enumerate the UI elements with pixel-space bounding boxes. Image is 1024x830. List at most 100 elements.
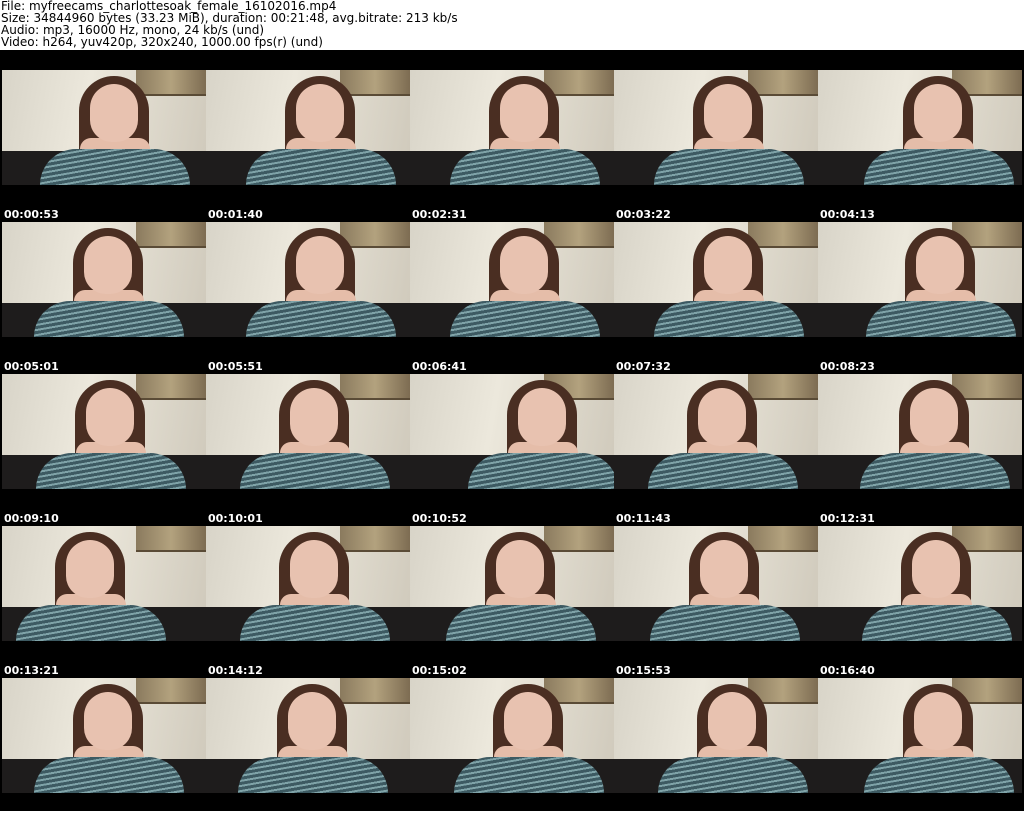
video-frame bbox=[206, 526, 410, 641]
wall-picture bbox=[136, 526, 206, 552]
video-frame bbox=[206, 222, 410, 337]
striped-shirt bbox=[16, 605, 166, 641]
striped-shirt bbox=[240, 605, 390, 641]
timecode-label: 00:15:53 bbox=[616, 664, 671, 677]
thumbnail: 00:05:01 bbox=[2, 222, 206, 374]
video-frame bbox=[614, 374, 818, 489]
face bbox=[296, 236, 344, 294]
face bbox=[912, 540, 960, 598]
thumbnail: 00:09:10 bbox=[2, 374, 206, 526]
thumbnail: 00:15:02 bbox=[410, 526, 614, 678]
video-frame bbox=[614, 678, 818, 793]
face bbox=[84, 236, 132, 294]
wall-picture bbox=[748, 526, 818, 552]
timecode-label: 00:13:21 bbox=[4, 664, 59, 677]
striped-shirt bbox=[36, 453, 186, 489]
striped-shirt bbox=[648, 453, 798, 489]
timecode-label: 00:05:51 bbox=[208, 360, 263, 373]
wall-picture bbox=[136, 678, 206, 704]
striped-shirt bbox=[240, 453, 390, 489]
face bbox=[500, 236, 548, 294]
thumbnail: 00:01:40 bbox=[206, 70, 410, 222]
face bbox=[290, 540, 338, 598]
timecode-label: 00:20:52 bbox=[820, 816, 875, 829]
timecode-label: 00:15:02 bbox=[412, 664, 467, 677]
thumbnail: 00:15:53 bbox=[614, 526, 818, 678]
video-frame bbox=[818, 70, 1022, 185]
thumbnail: 00:10:01 bbox=[206, 374, 410, 526]
video-frame bbox=[410, 526, 614, 641]
wall-picture bbox=[340, 222, 410, 248]
face bbox=[704, 84, 752, 142]
video-frame bbox=[818, 526, 1022, 641]
video-frame bbox=[2, 222, 206, 337]
thumbnail: 00:00:53 bbox=[2, 70, 206, 222]
thumbnail: 00:20:52 bbox=[818, 678, 1022, 830]
thumbnail: 00:14:12 bbox=[206, 526, 410, 678]
timecode-label: 00:01:40 bbox=[208, 208, 263, 221]
striped-shirt bbox=[658, 757, 808, 793]
face bbox=[708, 692, 756, 750]
timecode-label: 00:12:31 bbox=[820, 512, 875, 525]
timecode-label: 00:06:41 bbox=[412, 360, 467, 373]
video-frame bbox=[410, 70, 614, 185]
striped-shirt bbox=[860, 453, 1010, 489]
video-frame bbox=[2, 678, 206, 793]
striped-shirt bbox=[450, 149, 600, 185]
thumbnail: 00:02:31 bbox=[410, 70, 614, 222]
striped-shirt bbox=[34, 757, 184, 793]
face bbox=[496, 540, 544, 598]
face bbox=[504, 692, 552, 750]
thumbnail: 00:05:51 bbox=[206, 222, 410, 374]
video-frame bbox=[206, 70, 410, 185]
striped-shirt bbox=[454, 757, 604, 793]
video-frame bbox=[410, 374, 614, 489]
timecode-label: 00:05:01 bbox=[4, 360, 59, 373]
striped-shirt bbox=[864, 757, 1014, 793]
video-frame bbox=[818, 374, 1022, 489]
video-frame bbox=[614, 526, 818, 641]
wall-picture bbox=[340, 70, 410, 96]
face bbox=[914, 692, 962, 750]
timecode-label: 00:10:01 bbox=[208, 512, 263, 525]
thumbnail: 00:11:43 bbox=[614, 374, 818, 526]
video-frame bbox=[206, 374, 410, 489]
wall-picture bbox=[544, 70, 614, 96]
thumbnail: 00:16:40 bbox=[818, 526, 1022, 678]
striped-shirt bbox=[40, 149, 190, 185]
thumbnail: 00:10:52 bbox=[410, 374, 614, 526]
timecode-label: 00:03:22 bbox=[616, 208, 671, 221]
striped-shirt bbox=[654, 301, 804, 337]
timecode-label: 00:17:31 bbox=[4, 816, 59, 829]
wall-picture bbox=[136, 222, 206, 248]
timecode-label: 00:00:53 bbox=[4, 208, 59, 221]
thumbnail: 00:06:41 bbox=[410, 222, 614, 374]
video-frame bbox=[2, 526, 206, 641]
thumbnail: 00:19:12 bbox=[410, 678, 614, 830]
video-frame bbox=[410, 222, 614, 337]
thumbnail-grid: 00:00:53 00:01:40 00:02:31 00:03:22 00:04:13… bbox=[0, 50, 1024, 829]
wall-picture bbox=[340, 678, 410, 704]
video-frame bbox=[614, 222, 818, 337]
thumbnail: 00:13:21 bbox=[2, 526, 206, 678]
timecode-label: 00:07:32 bbox=[616, 360, 671, 373]
face bbox=[704, 236, 752, 294]
face bbox=[910, 388, 958, 446]
thumbnail: 00:12:31 bbox=[818, 374, 1022, 526]
face bbox=[698, 388, 746, 446]
timecode-label: 00:08:23 bbox=[820, 360, 875, 373]
striped-shirt bbox=[654, 149, 804, 185]
striped-shirt bbox=[238, 757, 388, 793]
video-frame bbox=[2, 70, 206, 185]
wall-picture bbox=[544, 222, 614, 248]
video-frame bbox=[818, 222, 1022, 337]
face bbox=[288, 692, 336, 750]
face bbox=[84, 692, 132, 750]
face bbox=[290, 388, 338, 446]
video-frame bbox=[2, 374, 206, 489]
face bbox=[66, 540, 114, 598]
wall-picture bbox=[748, 374, 818, 400]
file-info-header: File: myfreecams_charlottesoak_female_16… bbox=[0, 0, 1024, 50]
timecode-label: 00:11:43 bbox=[616, 512, 671, 525]
thumbnail: 00:08:23 bbox=[818, 222, 1022, 374]
